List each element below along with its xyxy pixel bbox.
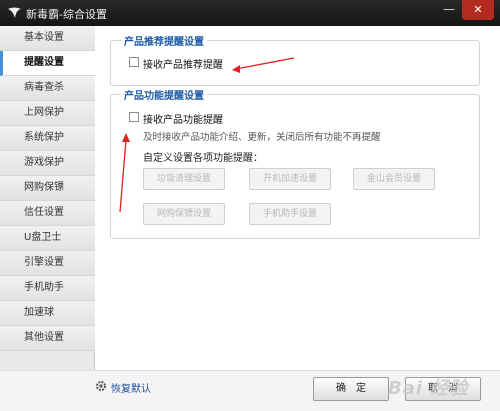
sidebar-item-web-protection[interactable]: 上网保护: [0, 101, 95, 126]
recommend-group-title: 产品推荐提醒设置: [121, 33, 207, 48]
sidebar-item-system-protection[interactable]: 系统保护: [0, 126, 95, 151]
restore-defaults-label[interactable]: 恢复默认: [111, 380, 151, 395]
app-logo-icon: [8, 7, 21, 18]
custom-settings-heading: 自定义设置各项功能提醒：: [143, 153, 263, 164]
sidebar-item-speed-ball[interactable]: 加速球: [0, 301, 95, 326]
feature-checkbox[interactable]: [129, 112, 139, 122]
sidebar-item-trust[interactable]: 信任设置: [0, 201, 95, 226]
ok-button[interactable]: 确 定: [313, 377, 389, 401]
settings-content: 产品推荐提醒设置 接收产品推荐提醒 产品功能提醒设置 接收产品功能提醒 及时接收…: [96, 26, 500, 370]
close-button[interactable]: ✕: [462, 0, 494, 20]
window-title: 新毒霸-综合设置: [26, 8, 107, 21]
sidebar-item-game-protection[interactable]: 游戏保护: [0, 151, 95, 176]
member-settings-button[interactable]: 金山会员设置: [353, 168, 435, 190]
shopping-guard-settings-button[interactable]: 网购保镖设置: [143, 203, 225, 225]
feature-group-title: 产品功能提醒设置: [121, 87, 207, 102]
phone-assistant-settings-button[interactable]: 手机助手设置: [249, 203, 331, 225]
sidebar-item-shopping-guard[interactable]: 网购保镖: [0, 176, 95, 201]
minimize-button[interactable]: —: [436, 0, 462, 20]
recommend-checkbox[interactable]: [129, 57, 139, 67]
boot-speedup-settings-button[interactable]: 开机加速设置: [249, 168, 331, 190]
feature-checkbox-label[interactable]: 接收产品功能提醒: [143, 111, 223, 126]
gear-icon: [96, 381, 106, 391]
sidebar-item-basic[interactable]: 基本设置: [0, 26, 95, 51]
sidebar-item-usb-guard[interactable]: U盘卫士: [0, 226, 95, 251]
settings-window: 新毒霸-综合设置 — ✕ 基本设置 提醒设置 病毒查杀 上网保护 系统保护 游戏…: [0, 0, 500, 411]
recommend-group: 产品推荐提醒设置 接收产品推荐提醒: [110, 33, 480, 86]
settings-sidebar: 基本设置 提醒设置 病毒查杀 上网保护 系统保护 游戏保护 网购保镖 信任设置 …: [0, 26, 96, 370]
recommend-checkbox-label[interactable]: 接收产品推荐提醒: [143, 56, 223, 71]
sidebar-item-reminder[interactable]: 提醒设置: [0, 51, 96, 76]
feature-group: 产品功能提醒设置 接收产品功能提醒 及时接收产品功能介绍、更新，关闭后所有功能不…: [110, 87, 480, 239]
sidebar-item-phone-assistant[interactable]: 手机助手: [0, 276, 95, 301]
sidebar-item-other[interactable]: 其他设置: [0, 326, 95, 351]
sidebar-item-engine[interactable]: 引擎设置: [0, 251, 95, 276]
sidebar-item-virus-scan[interactable]: 病毒查杀: [0, 76, 95, 101]
baidu-watermark: Bai 经验: [388, 378, 469, 399]
feature-description: 及时接收产品功能介绍、更新，关闭后所有功能不再提醒: [143, 132, 381, 143]
junk-cleanup-settings-button[interactable]: 垃圾清理设置: [143, 168, 225, 190]
title-bar: 新毒霸-综合设置 — ✕: [0, 0, 500, 26]
